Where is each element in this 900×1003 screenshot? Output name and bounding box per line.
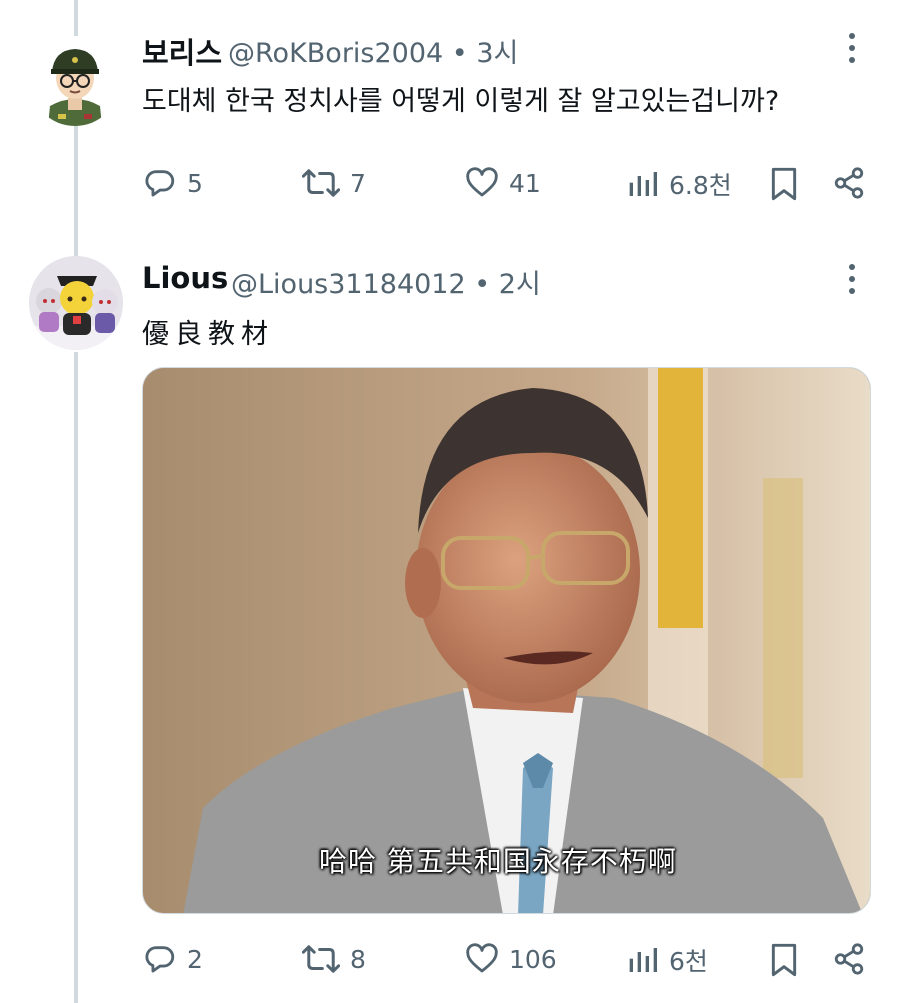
more-icon[interactable] [838, 28, 866, 74]
more-icon[interactable] [838, 259, 866, 305]
retweet-button[interactable]: 8 [302, 942, 366, 976]
reply-count: 5 [187, 168, 203, 198]
share-icon [834, 167, 864, 199]
retweet-icon [302, 945, 340, 973]
video-subtitle: 哈哈 第五共和国永存不朽啊 [319, 845, 677, 878]
retweet-button[interactable]: 7 [302, 166, 366, 200]
soldier-avatar-image [30, 36, 120, 126]
display-name[interactable]: Lious [142, 261, 228, 295]
like-icon [466, 167, 498, 197]
bookmark-icon [771, 167, 797, 201]
tweet-meta: @RoKBoris2004 • 3시 [228, 31, 518, 70]
thread-line [74, 0, 78, 36]
tweet-text: 優良教材 [142, 319, 274, 350]
views-count: 6.8천 [669, 171, 732, 200]
reply-button[interactable]: 5 [143, 166, 203, 200]
avatar[interactable] [29, 256, 123, 350]
thread-line [74, 126, 78, 256]
views-count: 6천 [669, 947, 708, 976]
tweet-text: 도대체 한국 정치사를 어떻게 이렇게 잘 알고있는겁니까? [142, 86, 780, 117]
tweet-meta: @Lious31184012 • 2시 [231, 262, 541, 301]
timestamp[interactable]: 3시 [476, 38, 518, 69]
reply-icon [145, 946, 175, 973]
views-button[interactable]: 6천 [627, 942, 708, 978]
man-in-suit-photo [143, 368, 870, 913]
handle[interactable]: @Lious31184012 [231, 269, 466, 300]
share-button[interactable] [832, 942, 866, 980]
bookmark-icon [771, 943, 797, 977]
retweet-count: 8 [350, 944, 366, 974]
retweet-count: 7 [350, 168, 366, 198]
meta-separator: • [474, 269, 491, 300]
reply-count: 2 [187, 944, 203, 974]
like-icon [466, 943, 498, 973]
like-button[interactable]: 106 [465, 942, 557, 976]
like-count: 41 [509, 168, 541, 198]
views-icon [629, 948, 657, 972]
timestamp[interactable]: 2시 [499, 269, 541, 300]
retweet-icon [302, 169, 340, 197]
like-count: 106 [509, 944, 557, 974]
share-icon [834, 943, 864, 975]
views-icon [629, 172, 657, 196]
display-name[interactable]: 보리스 [142, 30, 222, 72]
like-button[interactable]: 41 [465, 166, 541, 200]
handle[interactable]: @RoKBoris2004 [228, 38, 443, 69]
thread-line [74, 352, 78, 1003]
bookmark-button[interactable] [768, 942, 800, 982]
reply-button[interactable]: 2 [143, 942, 203, 976]
bookmark-button[interactable] [768, 166, 800, 206]
avatar[interactable] [30, 36, 120, 126]
tweet-media-image[interactable]: 哈哈 第五共和国永存不朽啊 [142, 367, 871, 914]
reply-icon [145, 170, 175, 197]
plush-dolls-avatar-image [29, 256, 123, 350]
share-button[interactable] [832, 166, 866, 204]
meta-separator: • [451, 38, 468, 69]
views-button[interactable]: 6.8천 [627, 166, 732, 202]
